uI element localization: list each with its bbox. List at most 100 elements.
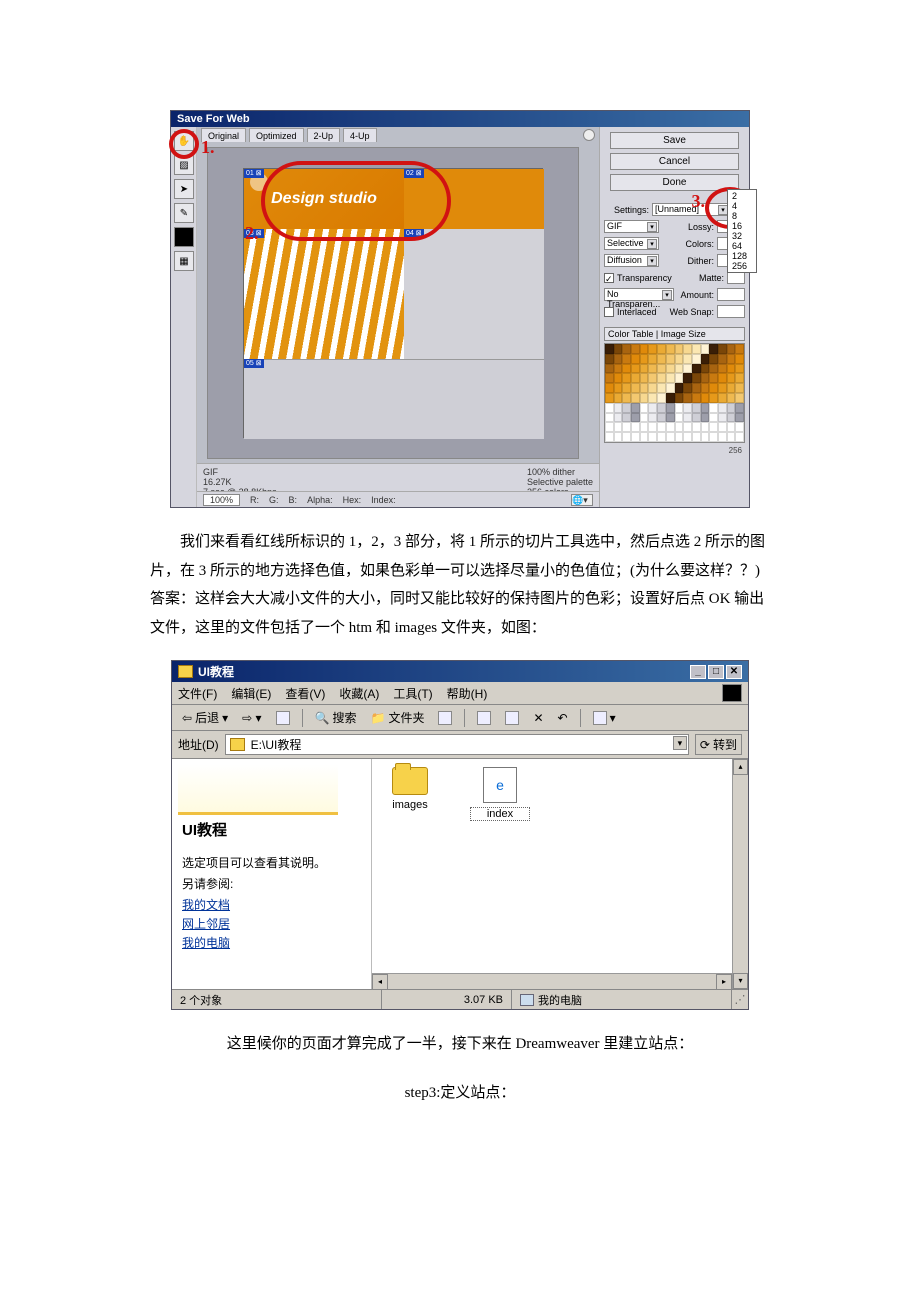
delete-button[interactable]: ✕ xyxy=(529,710,547,726)
slice-2[interactable] xyxy=(404,169,544,229)
color-swatch[interactable] xyxy=(675,344,684,354)
color-swatch[interactable] xyxy=(675,383,684,393)
color-swatch[interactable] xyxy=(648,413,657,423)
color-swatch[interactable] xyxy=(631,403,640,413)
color-swatch[interactable] xyxy=(648,393,657,403)
folders-button[interactable]: 📁 文件夹 xyxy=(367,708,429,727)
color-swatch[interactable] xyxy=(675,403,684,413)
color-swatch[interactable] xyxy=(675,393,684,403)
preview-canvas[interactable]: Design studio 01 ⊠ 02 ⊠ 03 ⊠ 04 ⊠ 05 ⊠ xyxy=(243,168,543,438)
color-swatch[interactable] xyxy=(709,422,718,432)
color-swatch[interactable] xyxy=(683,373,692,383)
color-swatch[interactable] xyxy=(666,373,675,383)
color-swatch[interactable] xyxy=(631,373,640,383)
color-swatch[interactable] xyxy=(692,364,701,374)
resize-grip[interactable]: ⋰ xyxy=(732,993,748,1006)
link-my-documents[interactable]: 我的文档 xyxy=(182,896,361,913)
color-swatch[interactable] xyxy=(692,393,701,403)
color-swatch[interactable] xyxy=(666,432,675,442)
color-swatch[interactable] xyxy=(735,373,744,383)
color-swatch[interactable] xyxy=(683,403,692,413)
color-swatch[interactable] xyxy=(675,354,684,364)
color-swatch[interactable] xyxy=(605,383,614,393)
color-swatch[interactable] xyxy=(692,354,701,364)
color-swatch[interactable] xyxy=(735,413,744,423)
color-swatch[interactable] xyxy=(657,364,666,374)
color-swatch[interactable] xyxy=(718,364,727,374)
color-swatch[interactable] xyxy=(648,373,657,383)
color-swatch[interactable] xyxy=(631,354,640,364)
amount-input[interactable] xyxy=(717,288,745,301)
color-swatch[interactable] xyxy=(648,344,657,354)
color-swatch[interactable] xyxy=(718,383,727,393)
color-swatch[interactable] xyxy=(709,413,718,423)
zoom-tool[interactable]: ➤ xyxy=(174,179,194,199)
color-swatch[interactable] xyxy=(718,432,727,442)
color-swatch[interactable] xyxy=(727,373,736,383)
up-button[interactable] xyxy=(272,710,294,726)
save-button[interactable]: Save xyxy=(610,132,739,149)
tab-optimized[interactable]: Optimized xyxy=(249,128,304,142)
history-button[interactable] xyxy=(434,710,456,726)
color-swatch[interactable] xyxy=(622,373,631,383)
color-swatch[interactable] xyxy=(640,432,649,442)
slice-1-header[interactable]: Design studio xyxy=(244,169,404,229)
move-to-button[interactable] xyxy=(473,710,495,726)
color-swatch[interactable] xyxy=(718,344,727,354)
websnap-input[interactable] xyxy=(717,305,745,318)
color-swatch[interactable] xyxy=(701,354,710,364)
link-my-computer[interactable]: 我的电脑 xyxy=(182,934,361,951)
color-swatch[interactable] xyxy=(631,344,640,354)
color-swatch[interactable] xyxy=(727,403,736,413)
color-swatch[interactable] xyxy=(614,403,623,413)
color-swatch[interactable] xyxy=(683,364,692,374)
color-swatch[interactable] xyxy=(718,403,727,413)
file-index-html[interactable]: e index xyxy=(470,767,530,821)
go-button[interactable]: ⟳ 转到 xyxy=(695,734,742,755)
color-swatch[interactable] xyxy=(640,344,649,354)
color-swatch[interactable] xyxy=(657,422,666,432)
address-dropdown[interactable]: ▾ xyxy=(673,736,687,750)
color-swatch[interactable] xyxy=(701,413,710,423)
color-swatch[interactable] xyxy=(614,364,623,374)
color-swatch[interactable] xyxy=(614,432,623,442)
color-swatch[interactable] xyxy=(718,373,727,383)
colors-option-16[interactable]: 16 xyxy=(728,221,756,231)
colors-option-8[interactable]: 8 xyxy=(728,211,756,221)
maximize-button[interactable]: □ xyxy=(708,665,724,679)
color-swatch[interactable] xyxy=(605,354,614,364)
color-swatch[interactable] xyxy=(640,413,649,423)
color-swatch[interactable] xyxy=(631,432,640,442)
color-swatch[interactable] xyxy=(718,393,727,403)
color-swatch[interactable] xyxy=(640,422,649,432)
menu-tools[interactable]: 工具(T) xyxy=(393,685,432,702)
color-swatch[interactable] xyxy=(683,422,692,432)
color-swatch[interactable] xyxy=(631,383,640,393)
reduction-select[interactable]: Selective▾ xyxy=(604,237,659,250)
colors-dropdown-menu[interactable]: 2 4 8 16 32 64 128 256 xyxy=(727,189,757,273)
color-swatch[interactable] xyxy=(692,422,701,432)
colors-option-256[interactable]: 256 xyxy=(728,261,756,271)
color-swatch[interactable] xyxy=(622,393,631,403)
color-swatch[interactable] xyxy=(692,344,701,354)
color-swatch[interactable] xyxy=(605,393,614,403)
color-swatch[interactable] xyxy=(683,344,692,354)
color-swatch[interactable] xyxy=(648,403,657,413)
color-swatch[interactable] xyxy=(631,413,640,423)
color-swatch[interactable] xyxy=(666,413,675,423)
color-swatch[interactable] xyxy=(666,383,675,393)
color-swatch[interactable] xyxy=(640,354,649,364)
format-select[interactable]: GIF▾ xyxy=(604,220,659,233)
tab-4up[interactable]: 4-Up xyxy=(343,128,377,142)
color-swatch[interactable] xyxy=(657,432,666,442)
color-swatch[interactable] xyxy=(614,422,623,432)
color-swatch[interactable] xyxy=(614,354,623,364)
color-swatch[interactable] xyxy=(692,373,701,383)
color-swatch[interactable] xyxy=(605,364,614,374)
color-swatch[interactable] xyxy=(657,344,666,354)
colors-option-64[interactable]: 64 xyxy=(728,241,756,251)
color-swatch[interactable] xyxy=(692,432,701,442)
toggle-slice-visibility[interactable]: ▦ xyxy=(174,251,194,271)
color-swatch[interactable] xyxy=(666,354,675,364)
color-swatch[interactable] xyxy=(701,383,710,393)
